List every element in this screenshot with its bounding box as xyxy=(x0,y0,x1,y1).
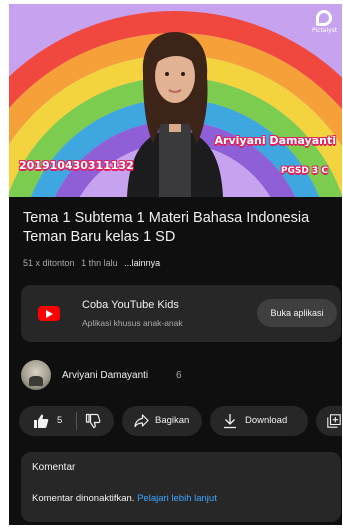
thumbs-up-icon[interactable] xyxy=(33,413,49,429)
comments-section: Komentar Komentar dinonaktifkan. Pelajar… xyxy=(21,452,341,522)
download-icon xyxy=(224,414,236,429)
video-meta[interactable]: 51 x ditonton 1 thn lalu ...lainnya xyxy=(23,258,164,268)
overlay-student-id: 201910430311132 xyxy=(19,159,134,172)
comments-disabled-text: Komentar dinonaktifkan. xyxy=(32,493,135,504)
subscriber-count: 6 xyxy=(176,370,182,381)
comments-disabled-message: Komentar dinonaktifkan. Pelajari lebih l… xyxy=(32,493,217,504)
view-count: 51 x ditonton xyxy=(23,258,75,268)
overlay-class: PGSD 3 C xyxy=(280,166,328,176)
action-bar: 5 Bagikan Download xyxy=(19,406,342,436)
watermark-logo-icon xyxy=(316,10,332,26)
comments-header: Komentar xyxy=(32,462,76,473)
learn-more-link[interactable]: Pelajari lebih lanjut xyxy=(137,493,217,504)
youtube-watch-screen: Pictalyst Arviyani Damayanti 20191043031… xyxy=(9,4,342,525)
channel-avatar[interactable] xyxy=(21,360,51,390)
channel-name[interactable]: Arviyani Damayanti xyxy=(62,370,148,381)
save-more-button[interactable] xyxy=(316,406,342,436)
thumbs-down-icon[interactable] xyxy=(85,413,101,429)
like-dislike-pill: 5 xyxy=(19,406,114,436)
share-icon xyxy=(134,414,149,428)
like-count: 5 xyxy=(57,415,63,426)
like-divider xyxy=(76,412,77,430)
channel-row[interactable]: Arviyani Damayanti 6 xyxy=(21,360,341,392)
open-app-button[interactable]: Buka aplikasi xyxy=(257,299,337,327)
add-to-playlist-icon xyxy=(327,414,341,428)
share-label: Bagikan xyxy=(155,415,190,426)
watermark-text: Pictalyst xyxy=(312,27,338,34)
youtube-kids-icon xyxy=(38,306,60,321)
more-link[interactable]: ...lainnya xyxy=(124,258,160,268)
channel-watermark: Pictalyst xyxy=(312,10,338,34)
promo-subtitle: Aplikasi khusus anak-anak xyxy=(82,318,183,328)
upload-age: 1 thn lalu xyxy=(81,258,118,268)
download-label: Download xyxy=(245,415,288,426)
overlay-name: Arviyani Damayanti xyxy=(214,134,336,147)
promo-title: Coba YouTube Kids xyxy=(82,299,179,311)
video-title[interactable]: Tema 1 Subtema 1 Materi Bahasa Indonesia… xyxy=(23,209,333,247)
video-player[interactable]: Pictalyst Arviyani Damayanti 20191043031… xyxy=(9,4,342,197)
youtube-kids-promo: Coba YouTube Kids Aplikasi khusus anak-a… xyxy=(21,285,341,342)
download-button[interactable]: Download xyxy=(210,406,308,436)
share-button[interactable]: Bagikan xyxy=(122,406,202,436)
